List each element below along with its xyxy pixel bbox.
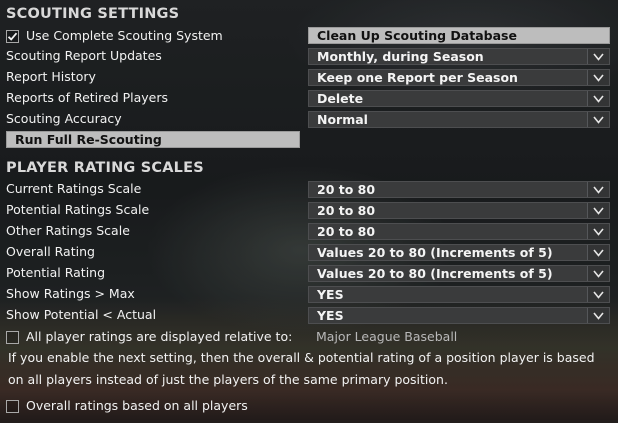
show-potential-actual-dropdown[interactable]: YES (308, 307, 610, 324)
overall-all-players-label: Overall ratings based on all players (26, 398, 248, 413)
overall-rating-info-text: If you enable the next setting, then the… (8, 350, 595, 387)
overall-rating-label: Overall Rating (6, 244, 95, 259)
dropdown-value: YES (317, 308, 344, 323)
dropdown-value: Values 20 to 80 (Increments of 5) (317, 266, 553, 281)
use-complete-scouting-checkbox[interactable] (6, 30, 19, 43)
chevron-down-icon[interactable] (587, 266, 609, 281)
chevron-down-icon[interactable] (587, 203, 609, 218)
current-ratings-scale-label: Current Ratings Scale (6, 181, 142, 196)
potential-ratings-scale-dropdown[interactable]: 20 to 80 (308, 202, 610, 219)
dropdown-value: Keep one Report per Season (317, 70, 518, 85)
dropdown-value: Monthly, during Season (317, 49, 484, 64)
chevron-down-icon[interactable] (587, 224, 609, 239)
scouting-report-updates-dropdown[interactable]: Monthly, during Season (308, 48, 610, 65)
dropdown-value: YES (317, 287, 344, 302)
show-potential-actual-label: Show Potential < Actual (6, 307, 157, 322)
chevron-down-icon[interactable] (587, 182, 609, 197)
dropdown-value: 20 to 80 (317, 203, 376, 218)
checkmark-icon (7, 32, 18, 41)
report-history-label: Report History (6, 69, 96, 84)
player-rating-scales-title: PLAYER RATING SCALES (6, 160, 204, 176)
relative-league-value: Major League Baseball (316, 329, 458, 344)
scouting-report-updates-label: Scouting Report Updates (6, 48, 162, 63)
run-full-re-scouting-button[interactable]: Run Full Re-Scouting (6, 131, 300, 148)
other-ratings-scale-label: Other Ratings Scale (6, 223, 130, 238)
relative-ratings-checkbox[interactable] (6, 331, 19, 344)
potential-rating-label: Potential Rating (6, 265, 106, 280)
show-ratings-max-label: Show Ratings > Max (6, 286, 135, 301)
dropdown-value: Values 20 to 80 (Increments of 5) (317, 245, 553, 260)
dropdown-value: 20 to 80 (317, 182, 376, 197)
chevron-down-icon[interactable] (587, 287, 609, 302)
overall-all-players-checkbox[interactable] (6, 400, 19, 413)
show-ratings-max-dropdown[interactable]: YES (308, 286, 610, 303)
potential-rating-dropdown[interactable]: Values 20 to 80 (Increments of 5) (308, 265, 610, 282)
dropdown-value: 20 to 80 (317, 224, 376, 239)
reports-of-retired-players-label: Reports of Retired Players (6, 90, 169, 105)
current-ratings-scale-dropdown[interactable]: 20 to 80 (308, 181, 610, 198)
dropdown-value: Delete (317, 91, 364, 106)
chevron-down-icon[interactable] (587, 49, 609, 64)
chevron-down-icon[interactable] (587, 112, 609, 127)
scouting-settings-title: SCOUTING SETTINGS (6, 6, 180, 22)
chevron-down-icon[interactable] (587, 245, 609, 260)
scouting-accuracy-dropdown[interactable]: Normal (308, 111, 610, 128)
overall-rating-dropdown[interactable]: Values 20 to 80 (Increments of 5) (308, 244, 610, 261)
chevron-down-icon[interactable] (587, 91, 609, 106)
scouting-accuracy-label: Scouting Accuracy (6, 111, 122, 126)
dropdown-value: Normal (317, 112, 368, 127)
clean-up-scouting-database-button[interactable]: Clean Up Scouting Database (308, 27, 610, 44)
report-history-dropdown[interactable]: Keep one Report per Season (308, 69, 610, 86)
reports-of-retired-players-dropdown[interactable]: Delete (308, 90, 610, 107)
other-ratings-scale-dropdown[interactable]: 20 to 80 (308, 223, 610, 240)
potential-ratings-scale-label: Potential Ratings Scale (6, 202, 150, 217)
use-complete-scouting-label: Use Complete Scouting System (26, 28, 223, 43)
relative-ratings-label: All player ratings are displayed relativ… (26, 329, 293, 344)
chevron-down-icon[interactable] (587, 70, 609, 85)
chevron-down-icon[interactable] (587, 308, 609, 323)
